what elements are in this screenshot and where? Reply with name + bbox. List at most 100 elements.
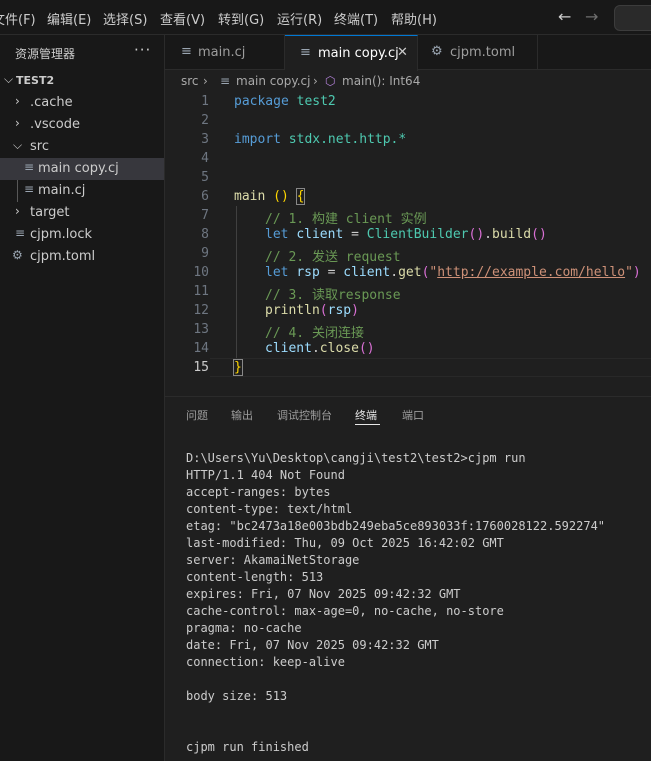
close-icon[interactable]: ✕: [397, 45, 408, 60]
terminal-line: cjpm run finished: [186, 740, 309, 754]
arrow-left-icon[interactable]: ←: [558, 7, 571, 26]
code-line: let rsp = client.get("http://example.com…: [265, 265, 641, 280]
breadcrumb-symbol[interactable]: main(): Int64: [342, 74, 420, 88]
breadcrumb-folder[interactable]: src: [181, 74, 199, 88]
tree-item-main-copy[interactable]: ≡ main copy.cj: [0, 158, 164, 180]
menu-go[interactable]: 转到(G): [218, 9, 264, 28]
tab-label: main copy.cj: [318, 46, 399, 61]
menu-help[interactable]: 帮助(H): [391, 9, 437, 28]
code-comment: // 3. 读取response: [265, 288, 401, 303]
tab-cjpm-toml[interactable]: ⚙ cjpm.toml: [418, 35, 538, 70]
chevron-right-icon: ›: [15, 116, 20, 130]
breadcrumb-file[interactable]: main copy.cj: [236, 74, 311, 88]
tab-terminal[interactable]: 终端: [355, 407, 377, 423]
file-lines-icon: ≡: [15, 226, 26, 240]
active-tab-indicator: [355, 424, 380, 425]
tree-root-label: TEST2: [16, 74, 55, 87]
menu-view[interactable]: 查看(V): [160, 9, 205, 28]
more-actions-icon[interactable]: ···: [134, 41, 151, 59]
terminal-line: last-modified: Thu, 09 Oct 2025 16:42:02…: [186, 536, 504, 550]
indent-guide: [236, 206, 237, 358]
menu-terminal[interactable]: 终端(T): [334, 9, 378, 28]
tab-problems[interactable]: 问题: [186, 407, 208, 423]
current-line-highlight: [210, 358, 651, 377]
code-editor[interactable]: 1 2 3 4 5 6 7 8 9 10 11 12 13 14 15 pack…: [165, 92, 651, 396]
code-line: println(rsp): [265, 303, 359, 318]
line-number: 9: [201, 246, 209, 261]
code-comment: // 4. 关闭连接: [265, 326, 364, 341]
line-number: 4: [201, 151, 209, 166]
tree-root-test2[interactable]: ⌵ TEST2: [0, 70, 164, 92]
file-lines-icon: ≡: [24, 160, 35, 174]
tab-label: cjpm.toml: [450, 45, 516, 60]
file-lines-icon: ≡: [220, 74, 231, 88]
line-number: 11: [193, 284, 209, 299]
tree-item-cjpm-toml[interactable]: ⚙ cjpm.toml: [0, 246, 164, 268]
terminal-line: date: Fri, 07 Nov 2025 09:42:32 GMT: [186, 638, 439, 652]
line-number-current: 15: [193, 360, 209, 375]
tree-item-label: target: [30, 205, 70, 220]
line-number: 6: [201, 189, 209, 204]
terminal-line: content-type: text/html: [186, 502, 353, 516]
menu-edit[interactable]: 编辑(E): [47, 9, 91, 28]
code-comment: // 1. 构建 client 实例: [265, 212, 427, 227]
line-number: 12: [193, 303, 209, 318]
line-number: 1: [201, 94, 209, 109]
line-number: 14: [193, 341, 209, 356]
terminal-line: D:\Users\Yu\Desktop\cangji\test2\test2>c…: [186, 451, 526, 465]
line-number: 3: [201, 132, 209, 147]
tree-item-main[interactable]: ≡ main.cj: [0, 180, 164, 202]
tree-item-label: cjpm.lock: [30, 227, 93, 242]
tree-item-label: .vscode: [30, 117, 80, 132]
chevron-right-icon: ›: [203, 74, 208, 88]
code-line: import stdx.net.http.*: [234, 132, 407, 147]
tree-item-cjpm-lock[interactable]: ≡ cjpm.lock: [0, 224, 164, 246]
terminal-line: HTTP/1.1 404 Not Found: [186, 468, 345, 482]
line-number: 10: [193, 265, 209, 280]
code-line: client.close(): [265, 341, 375, 356]
line-number: 8: [201, 227, 209, 242]
tree-item-label: src: [30, 139, 49, 154]
chevron-right-icon: ›: [15, 204, 20, 218]
menu-selection[interactable]: 选择(S): [103, 9, 147, 28]
chevron-down-icon: ⌵: [13, 138, 23, 152]
chevron-down-icon: ⌵: [4, 72, 14, 86]
terminal-line: etag: "bc2473a18e003bdb249eba5ce893033f:…: [186, 519, 606, 533]
tab-ports[interactable]: 端口: [402, 407, 424, 423]
tree-item-src[interactable]: ⌵ src: [0, 136, 164, 158]
code-line: package test2: [234, 94, 336, 109]
line-number: 7: [201, 208, 209, 223]
tab-output[interactable]: 输出: [231, 407, 253, 423]
tree-item-target[interactable]: › target: [0, 202, 164, 224]
code-line: }: [233, 359, 243, 376]
terminal-line: expires: Fri, 07 Nov 2025 09:42:32 GMT: [186, 587, 461, 601]
tree-item-label: .cache: [30, 95, 73, 110]
command-center[interactable]: [614, 5, 651, 31]
breadcrumb: src › ≡ main copy.cj › ⬡ main(): Int64: [165, 70, 651, 92]
tab-debug-console[interactable]: 调试控制台: [277, 407, 332, 423]
tab-main-copy-cj[interactable]: ≡ main copy.cj ✕: [285, 35, 418, 71]
tree-item-cache[interactable]: › .cache: [0, 92, 164, 114]
tree-item-label: main copy.cj: [38, 161, 119, 176]
gear-icon: ⚙: [12, 248, 23, 262]
cube-icon: ⬡: [325, 74, 336, 88]
tree-item-vscode[interactable]: › .vscode: [0, 114, 164, 136]
line-number: 5: [201, 170, 209, 185]
tab-label: main.cj: [198, 45, 246, 60]
tab-main-cj[interactable]: ≡ main.cj: [165, 35, 285, 70]
line-number: 2: [201, 113, 209, 128]
arrow-right-icon[interactable]: →: [585, 7, 598, 26]
code-line: let client = ClientBuilder().build(): [265, 227, 547, 242]
terminal-line: connection: keep-alive: [186, 655, 345, 669]
menu-run[interactable]: 运行(R): [277, 9, 322, 28]
terminal-line: server: AkamaiNetStorage: [186, 553, 360, 567]
bottom-panel: 问题 输出 调试控制台 终端 端口 D:\Users\Yu\Desktop\ca…: [165, 396, 651, 761]
code-comment: // 2. 发送 request: [265, 250, 401, 265]
terminal-line: accept-ranges: bytes: [186, 485, 331, 499]
terminal-line: body size: 513: [186, 689, 288, 703]
editor-tab-bar: ≡ main.cj ≡ main copy.cj ✕ ⚙ cjpm.toml: [165, 35, 651, 71]
explorer-title: 资源管理器: [15, 47, 76, 61]
menu-file[interactable]: 文件(F): [0, 9, 36, 28]
terminal-line: cache-control: max-age=0, no-cache, no-s…: [186, 604, 504, 618]
file-lines-icon: ≡: [300, 45, 311, 60]
